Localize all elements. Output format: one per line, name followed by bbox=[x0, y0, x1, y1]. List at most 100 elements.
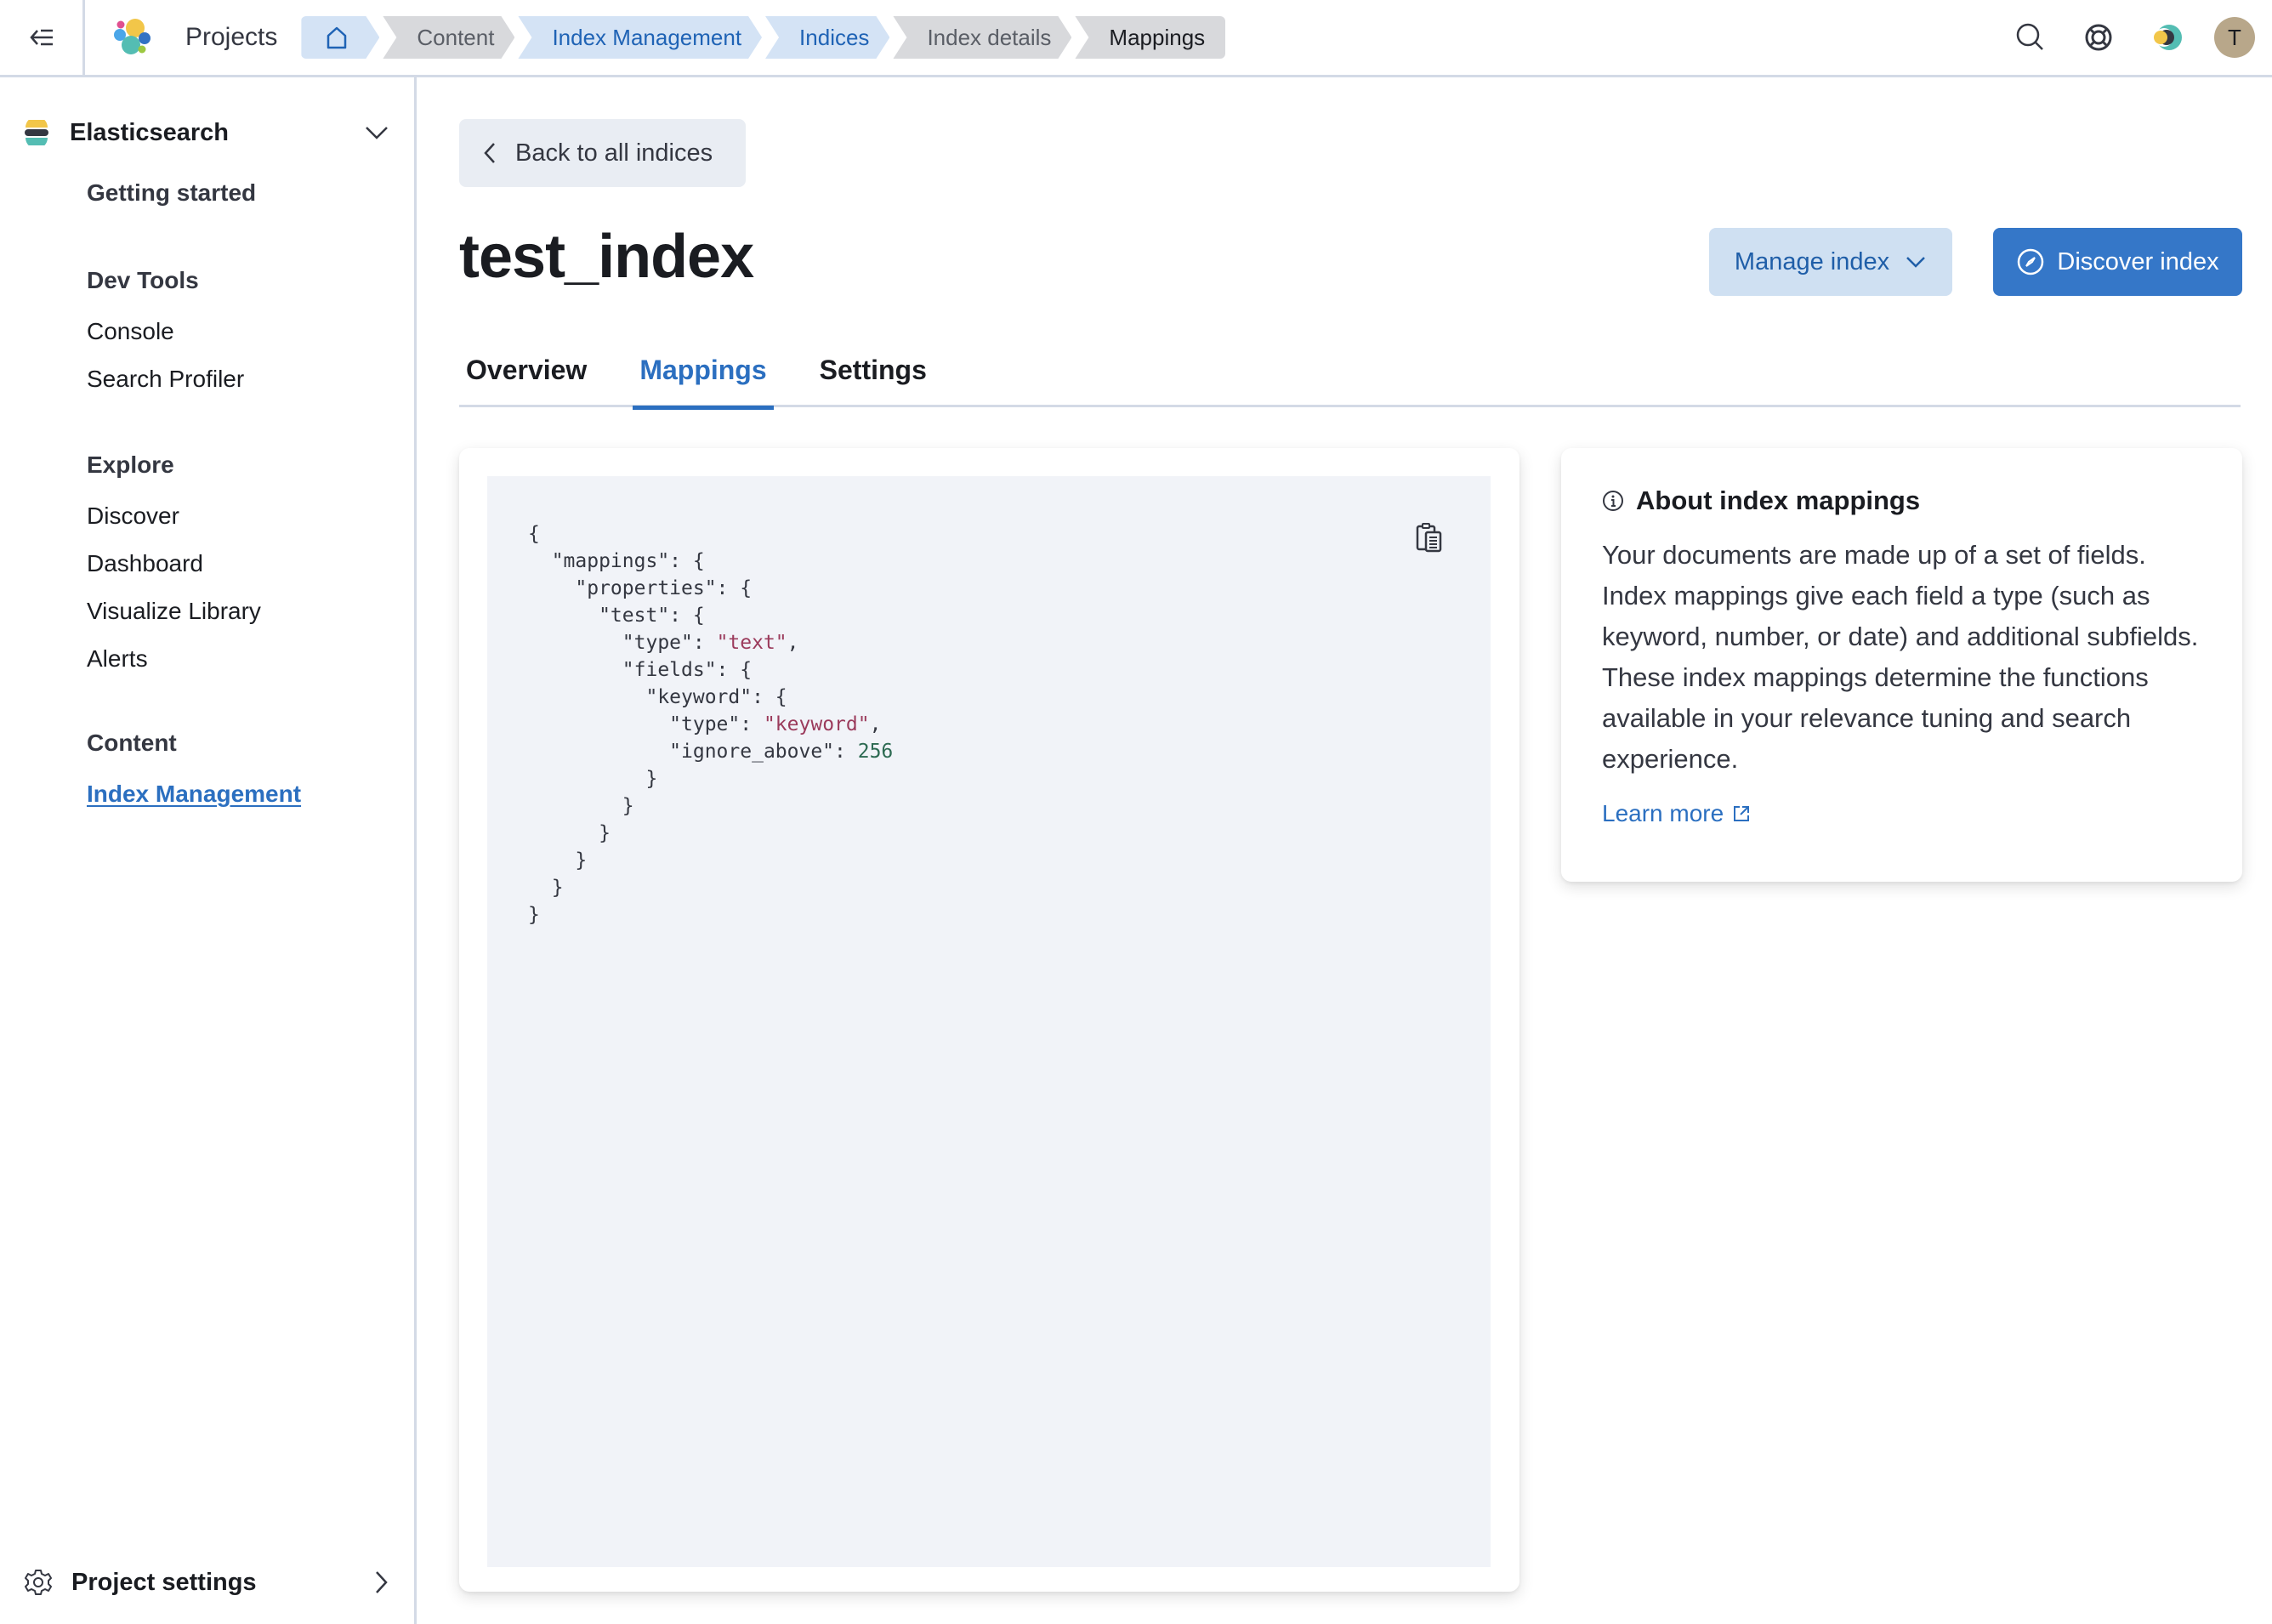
help-icon bbox=[2085, 24, 2112, 51]
manage-index-label: Manage index bbox=[1734, 247, 1890, 275]
code-line: "ignore_above": 256 bbox=[528, 738, 893, 765]
breadcrumb-label: Index Management bbox=[552, 24, 742, 50]
mappings-json: { "mappings": { "properties": { "test": … bbox=[528, 520, 893, 928]
index-tabs: Overview Mappings Settings bbox=[459, 332, 2241, 410]
sidebar-item-console[interactable]: Console bbox=[87, 318, 174, 345]
json-token: "fields": { bbox=[528, 659, 753, 681]
json-token: } bbox=[528, 795, 634, 817]
chevron-down-icon bbox=[366, 127, 388, 139]
code-line: } bbox=[528, 847, 893, 874]
breadcrumb-indices[interactable]: Indices bbox=[765, 16, 889, 59]
side-nav: Elasticsearch Getting started Dev Tools … bbox=[0, 77, 417, 1624]
help-button[interactable] bbox=[2065, 0, 2133, 75]
json-token: "type": bbox=[528, 713, 764, 735]
tab-overview[interactable]: Overview bbox=[459, 332, 594, 407]
about-mappings-panel: About index mappings Your documents are … bbox=[1561, 448, 2242, 882]
sidebar-section-content: Content bbox=[87, 730, 177, 756]
code-line: } bbox=[528, 901, 893, 928]
sidebar-section-explore: Explore bbox=[87, 451, 174, 478]
sidebar-item-visualize-library[interactable]: Visualize Library bbox=[87, 598, 261, 625]
breadcrumb-content[interactable]: Content bbox=[383, 16, 514, 59]
project-settings-label: Project settings bbox=[71, 1568, 257, 1596]
json-token: "properties": { bbox=[528, 577, 753, 599]
json-token: "type": bbox=[528, 632, 717, 654]
elasticsearch-icon bbox=[25, 120, 48, 145]
mappings-panel: { "mappings": { "properties": { "test": … bbox=[459, 448, 1519, 1592]
sidebar-item-discover[interactable]: Discover bbox=[87, 503, 179, 530]
json-token: "test": { bbox=[528, 605, 705, 627]
code-line: } bbox=[528, 874, 893, 901]
chevron-right-icon bbox=[376, 1571, 388, 1593]
sidebar-item-search-profiler[interactable]: Search Profiler bbox=[87, 366, 244, 393]
theme-toggle-button[interactable] bbox=[2133, 0, 2201, 75]
code-line: } bbox=[528, 792, 893, 820]
tab-settings[interactable]: Settings bbox=[813, 332, 934, 407]
breadcrumb-index-management[interactable]: Index Management bbox=[518, 16, 762, 59]
breadcrumb-label: Content bbox=[417, 24, 495, 50]
json-token: "mappings": { bbox=[528, 550, 705, 572]
code-line: "mappings": { bbox=[528, 548, 893, 575]
sidebar-item-alerts[interactable]: Alerts bbox=[87, 645, 148, 673]
back-label: Back to all indices bbox=[515, 139, 713, 167]
solution-switcher[interactable]: Elasticsearch bbox=[24, 111, 389, 154]
sidebar-item-getting-started[interactable]: Getting started bbox=[87, 179, 256, 207]
external-link-icon bbox=[1734, 806, 1750, 821]
json-token: "keyword": { bbox=[528, 686, 787, 708]
discover-index-button[interactable]: Discover index bbox=[1993, 228, 2242, 296]
discover-index-label: Discover index bbox=[2057, 247, 2219, 275]
code-line: { bbox=[528, 520, 893, 548]
chevron-down-icon bbox=[1906, 257, 1925, 268]
gear-icon bbox=[25, 1570, 52, 1595]
info-icon bbox=[1603, 491, 1623, 511]
home-icon bbox=[325, 26, 349, 49]
sidebar-item-index-management[interactable]: Index Management bbox=[87, 781, 301, 808]
compass-icon bbox=[2018, 248, 2044, 275]
json-string: "keyword" bbox=[763, 713, 870, 735]
breadcrumb: Content Index Management Indices Index d… bbox=[301, 16, 1229, 59]
code-line: } bbox=[528, 765, 893, 792]
code-line: "type": "text", bbox=[528, 629, 893, 656]
code-line: "properties": { bbox=[528, 575, 893, 602]
back-to-indices-button[interactable]: Back to all indices bbox=[459, 119, 746, 187]
json-token: } bbox=[528, 822, 611, 844]
projects-link[interactable]: Projects bbox=[185, 23, 277, 52]
learn-more-label: Learn more bbox=[1602, 800, 1724, 826]
solution-title: Elasticsearch bbox=[70, 118, 230, 146]
elastic-logo[interactable] bbox=[85, 0, 179, 75]
copy-clipboard-icon bbox=[1416, 523, 1442, 553]
json-token: { bbox=[528, 523, 540, 545]
theme-toggle-icon bbox=[2154, 25, 2182, 50]
breadcrumb-mappings: Mappings bbox=[1075, 16, 1226, 59]
code-line: "fields": { bbox=[528, 656, 893, 684]
about-mappings-description: Your documents are made up of a set of f… bbox=[1602, 540, 2199, 774]
header-actions: T bbox=[1997, 0, 2272, 75]
sidebar-section-dev-tools: Dev Tools bbox=[87, 267, 199, 293]
code-line: } bbox=[528, 820, 893, 847]
json-token: } bbox=[528, 768, 658, 790]
top-header: Projects Content Index Management Indice… bbox=[0, 0, 2272, 77]
about-mappings-title: About index mappings bbox=[1602, 485, 2201, 516]
code-line: "keyword": { bbox=[528, 684, 893, 711]
json-string: "text" bbox=[716, 632, 787, 654]
collapse-nav-button[interactable] bbox=[0, 0, 85, 75]
code-line: "test": { bbox=[528, 602, 893, 629]
copy-button[interactable] bbox=[1412, 519, 1446, 556]
mappings-code-block[interactable]: { "mappings": { "properties": { "test": … bbox=[487, 476, 1491, 1567]
learn-more-link[interactable]: Learn more bbox=[1602, 800, 1751, 827]
sidebar-item-dashboard[interactable]: Dashboard bbox=[87, 550, 203, 577]
code-line: "type": "keyword", bbox=[528, 711, 893, 738]
user-avatar[interactable]: T bbox=[2214, 17, 2255, 58]
tab-mappings[interactable]: Mappings bbox=[633, 332, 774, 410]
json-token: "ignore_above": bbox=[528, 741, 858, 763]
project-settings-button[interactable]: Project settings bbox=[24, 1561, 389, 1604]
menu-collapse-icon bbox=[29, 29, 53, 46]
json-token: } bbox=[528, 849, 588, 872]
json-token: } bbox=[528, 877, 564, 899]
breadcrumb-index-details[interactable]: Index details bbox=[893, 16, 1071, 59]
json-token: , bbox=[869, 713, 882, 735]
manage-index-button[interactable]: Manage index bbox=[1709, 228, 1952, 296]
search-button[interactable] bbox=[1997, 0, 2065, 75]
breadcrumb-label: Mappings bbox=[1109, 24, 1206, 50]
json-token: , bbox=[787, 632, 799, 654]
breadcrumb-home[interactable] bbox=[301, 16, 379, 59]
